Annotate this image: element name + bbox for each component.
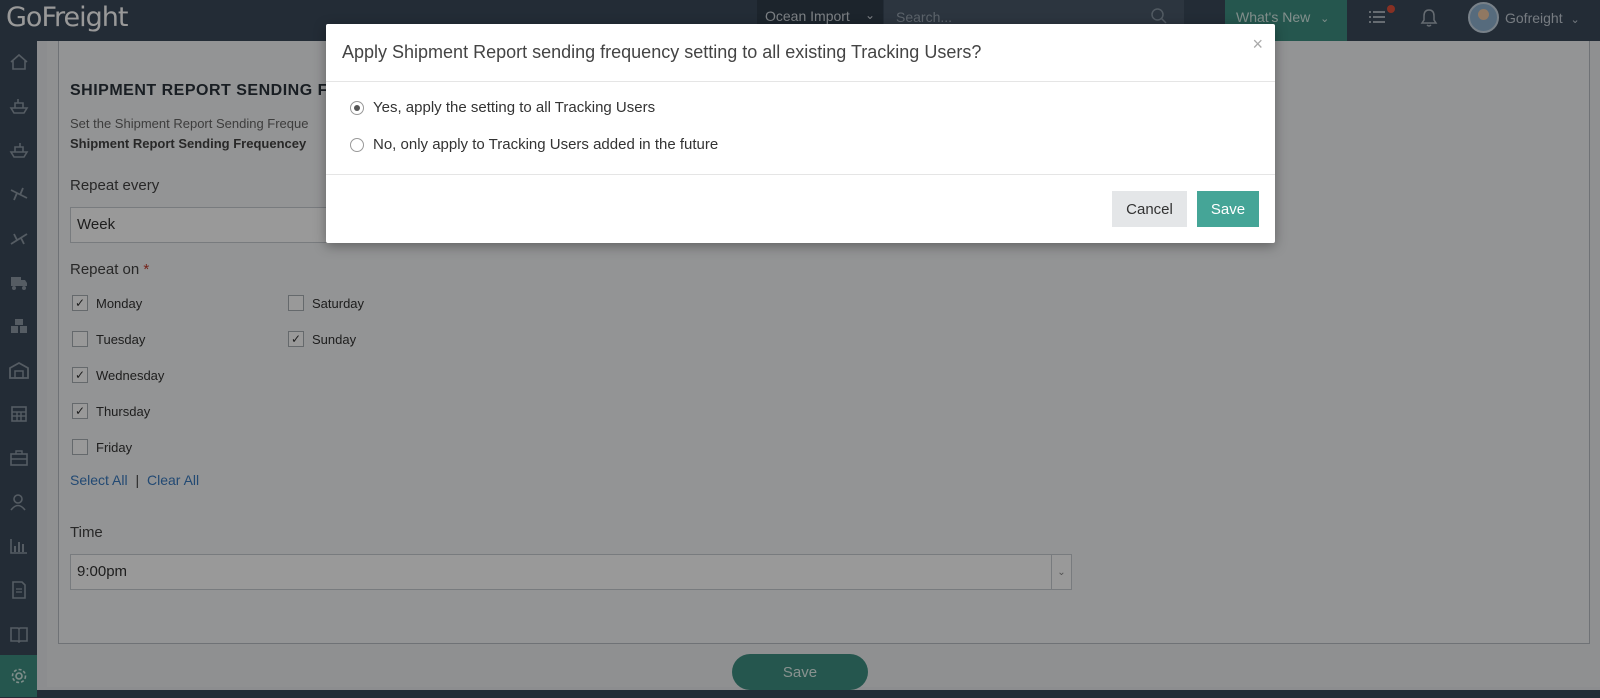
radio-apply-all[interactable]: Yes, apply the setting to all Tracking U…	[350, 99, 655, 116]
dialog-title: Apply Shipment Report sending frequency …	[342, 42, 982, 62]
dialog-footer: Cancel Save	[326, 174, 1275, 243]
radio-label: Yes, apply the setting to all Tracking U…	[373, 99, 656, 116]
cancel-button[interactable]: Cancel	[1112, 191, 1187, 227]
close-icon[interactable]: ×	[1252, 34, 1263, 55]
dialog-header: Apply Shipment Report sending frequency …	[326, 24, 1275, 82]
radio-label: No, only apply to Tracking Users added i…	[373, 136, 719, 153]
radio-button[interactable]	[350, 137, 364, 152]
radio-apply-future[interactable]: No, only apply to Tracking Users added i…	[350, 136, 718, 153]
save-button[interactable]: Save	[1197, 191, 1259, 227]
confirm-dialog: Apply Shipment Report sending frequency …	[326, 24, 1275, 243]
radio-button-selected[interactable]	[350, 100, 364, 115]
